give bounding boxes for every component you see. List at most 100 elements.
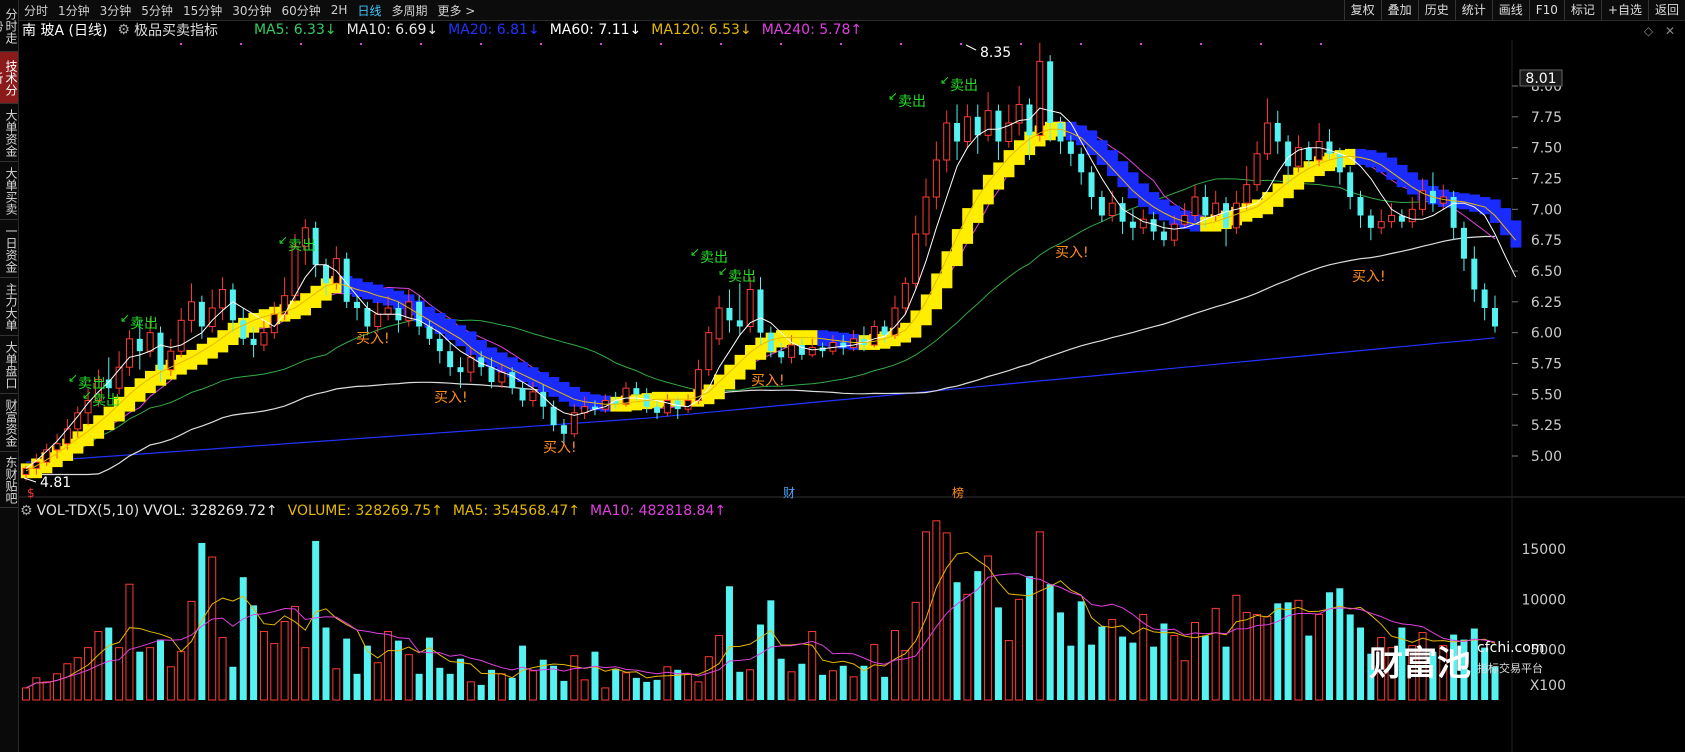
candle-body	[1129, 221, 1136, 228]
band-segment	[982, 174, 994, 205]
volume-bar	[136, 651, 144, 700]
volume-bar	[115, 647, 124, 701]
candle-body	[633, 388, 640, 395]
band-segment	[176, 354, 187, 375]
marker-dot	[1200, 43, 1202, 45]
price-tick: 6.00	[1531, 326, 1562, 342]
volume-bar	[663, 666, 672, 701]
price-tick: 5.25	[1531, 418, 1562, 434]
volume-bar	[322, 627, 330, 700]
marker-dot	[1080, 43, 1082, 45]
candle-body	[954, 123, 961, 142]
volume-bar	[1160, 623, 1168, 700]
volume-bar	[1129, 642, 1137, 700]
sell-arrow-icon: ↙	[68, 371, 78, 385]
band-segment	[1510, 220, 1522, 248]
volume-bar	[1139, 613, 1148, 701]
candle-body	[901, 282, 909, 309]
volume-bar	[456, 658, 464, 700]
volume-bar	[1098, 626, 1106, 700]
sell-signal-label: 卖出	[92, 393, 120, 409]
candle-body	[1336, 153, 1343, 173]
band-segment	[310, 285, 322, 308]
volume-bar	[105, 627, 113, 700]
volume-bar	[1274, 603, 1282, 700]
volume-bar	[828, 670, 837, 701]
candle-body	[788, 344, 796, 358]
candle-body	[1367, 215, 1374, 228]
volume-bar	[343, 638, 351, 700]
candle-body	[1088, 172, 1095, 197]
volume-bar	[425, 637, 433, 700]
volume-bar	[746, 669, 755, 701]
volume-bar	[1357, 627, 1365, 700]
band-segment	[931, 273, 943, 310]
band-segment	[951, 229, 963, 267]
candle-body	[136, 338, 143, 352]
volume-bar	[622, 672, 631, 701]
candle-body	[436, 338, 443, 352]
marker-dot	[780, 43, 782, 45]
band-segment	[993, 162, 1005, 190]
candle-body	[1347, 172, 1354, 197]
marker-dot	[480, 43, 482, 45]
price-tick: 6.50	[1531, 264, 1562, 280]
volume-bar	[787, 671, 796, 701]
volume-bar	[1263, 615, 1272, 701]
candle-body	[1471, 258, 1478, 290]
volume-bar	[353, 673, 361, 700]
band-segment	[920, 294, 932, 326]
candle-body	[570, 412, 578, 435]
volume-tick: 10000	[1521, 592, 1566, 608]
volume-bar	[312, 540, 320, 700]
band-segment	[962, 208, 974, 244]
volume-bar	[156, 639, 164, 700]
volume-bar	[601, 687, 610, 701]
volume-bar	[953, 582, 961, 700]
volume-bar	[1211, 607, 1220, 701]
volume-bar	[570, 655, 579, 701]
volume-bar	[653, 679, 661, 700]
marker-dot	[180, 43, 182, 45]
candle-body	[447, 351, 454, 368]
marker-dot	[1140, 43, 1142, 45]
candle-body	[53, 443, 61, 451]
volume-bar	[1346, 614, 1354, 700]
volume-bar	[767, 600, 775, 700]
volume-bar	[994, 607, 1002, 700]
candle-body	[870, 326, 878, 346]
buy-signal-label: 买入!	[1055, 245, 1089, 261]
volume-bar	[280, 620, 289, 701]
candle-body	[922, 196, 930, 235]
volume-bar	[22, 687, 30, 701]
band-segment	[217, 330, 229, 353]
candle-body	[519, 388, 526, 401]
candle-body	[354, 301, 361, 308]
volume-bar	[725, 586, 733, 700]
volume-bar	[259, 631, 268, 701]
candle-body	[219, 289, 227, 309]
candle-body	[1170, 223, 1178, 241]
volume-bar	[591, 651, 599, 700]
event-marker-bang: 榜	[952, 485, 964, 500]
volume-bar	[187, 600, 196, 701]
sell-arrow-icon: ↙	[718, 264, 728, 278]
volume-bar	[1057, 612, 1065, 700]
volume-bar	[166, 666, 175, 701]
volume-bar	[250, 605, 258, 700]
volume-bar	[684, 673, 693, 701]
volume-bar	[1180, 660, 1189, 701]
sell-arrow-icon: ↙	[888, 89, 898, 103]
volume-bar	[1004, 640, 1013, 701]
candle-body	[1388, 215, 1396, 223]
marker-dot	[240, 43, 242, 45]
volume-bar	[373, 662, 382, 701]
price-tick: 5.75	[1531, 357, 1562, 373]
candle-body	[1460, 227, 1467, 259]
volume-bar	[301, 647, 310, 701]
volume-bar	[229, 666, 237, 700]
candle-body	[1160, 231, 1167, 241]
candle-body	[550, 406, 557, 426]
candle-body	[1191, 196, 1199, 216]
volume-bar	[1108, 618, 1117, 701]
